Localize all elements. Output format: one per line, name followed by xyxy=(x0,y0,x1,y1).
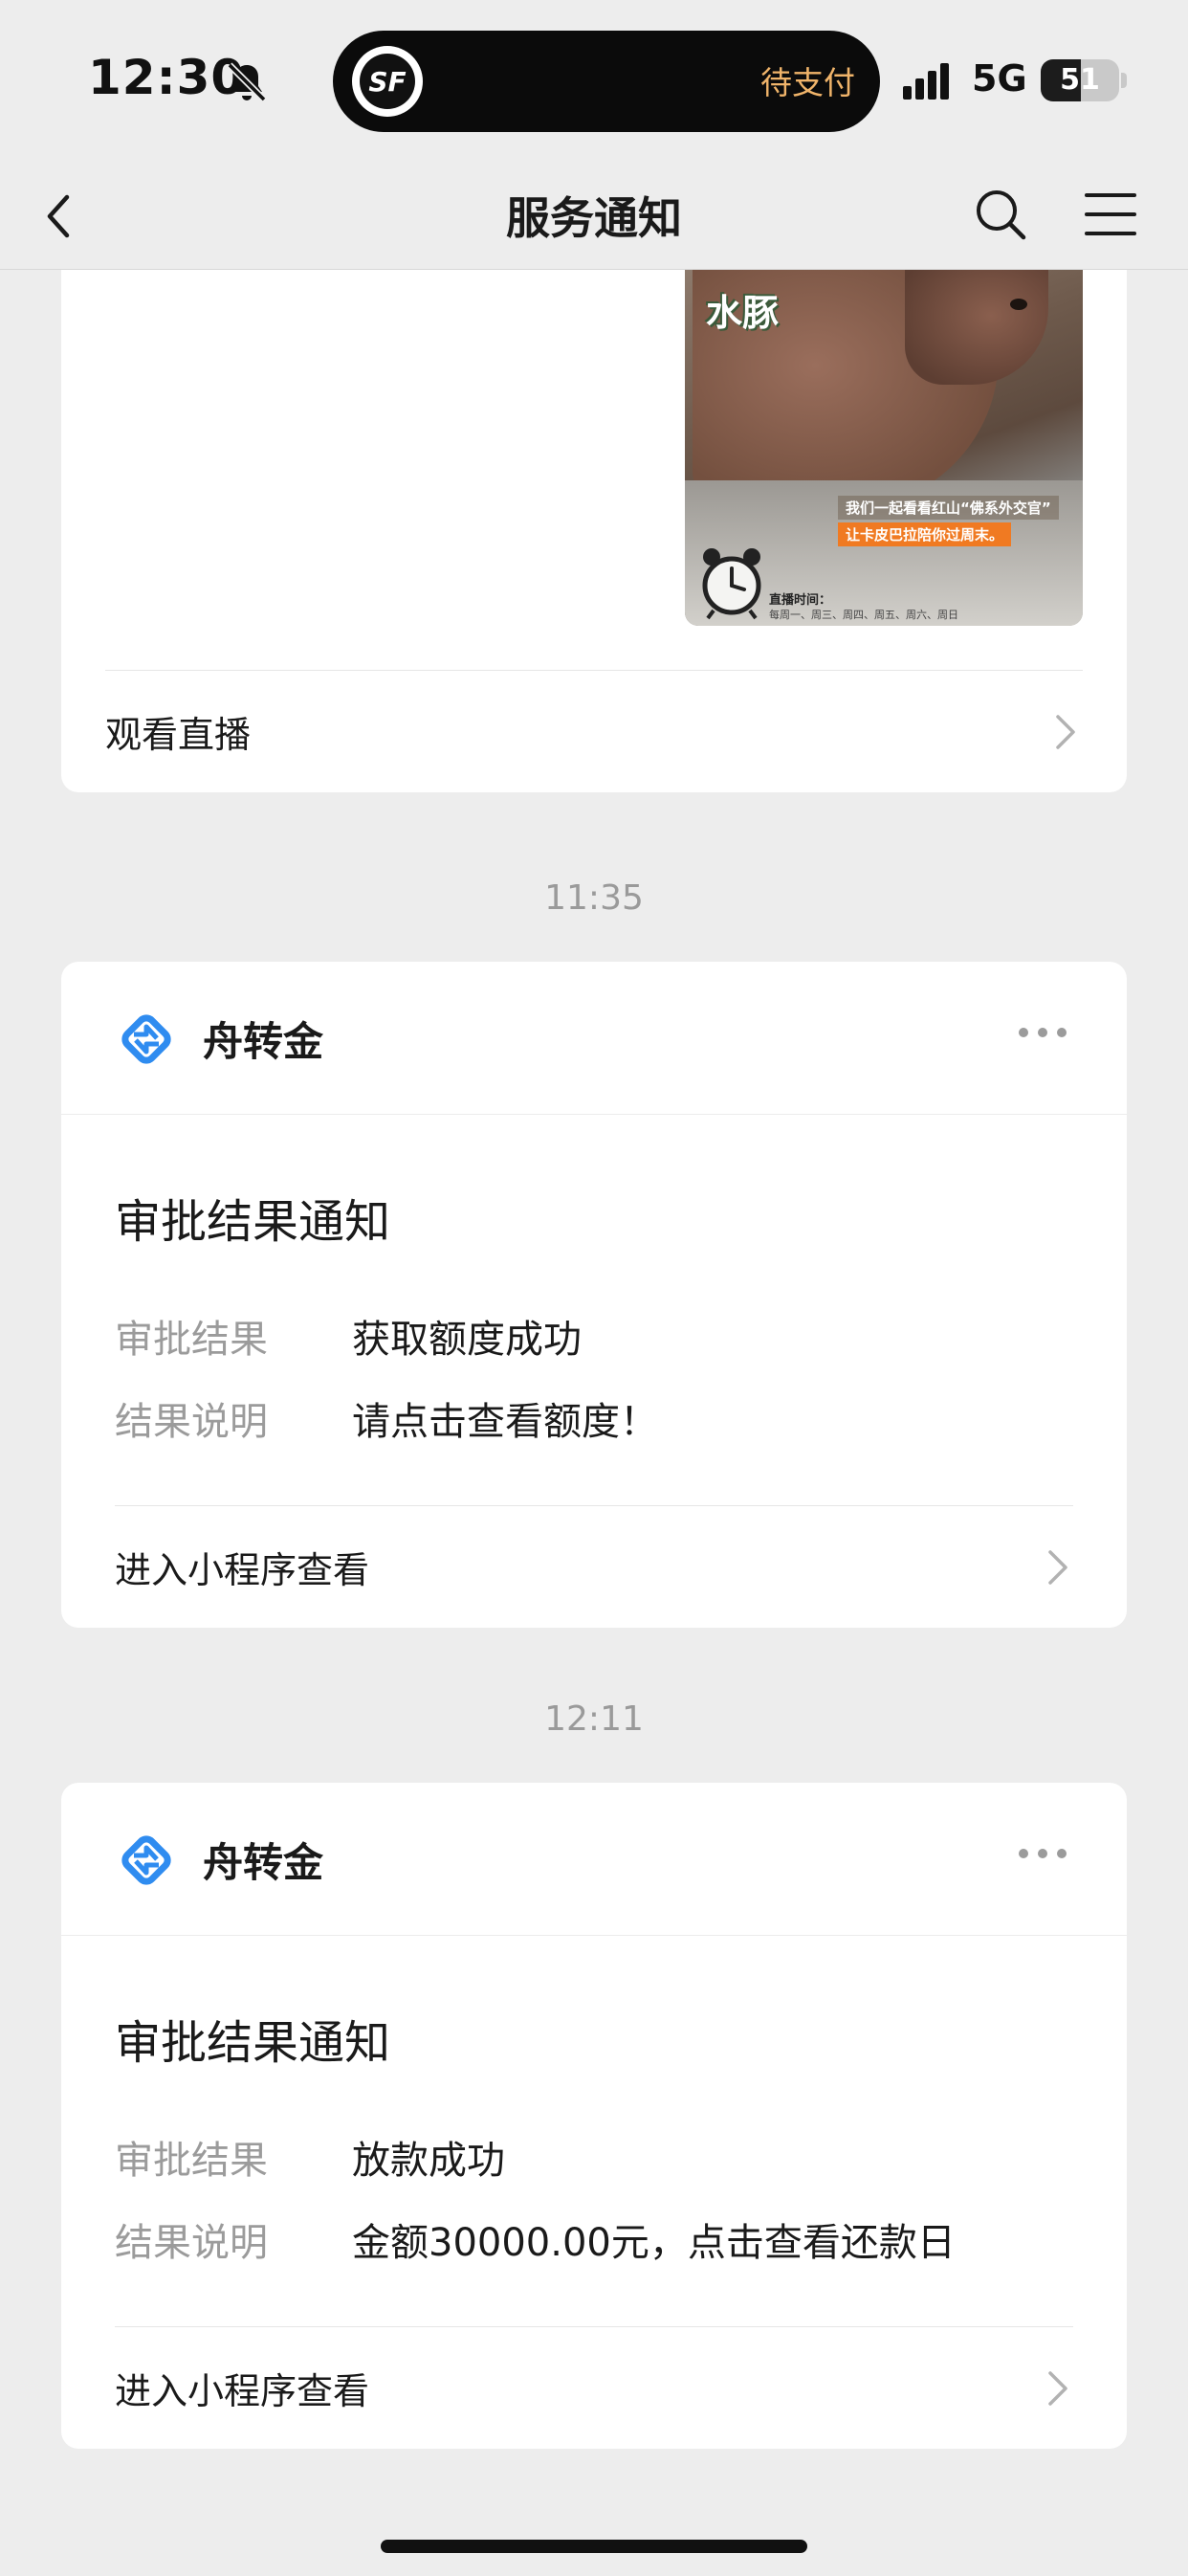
status-bar: 12:30 SF 待支付 5G 51 xyxy=(0,0,1188,163)
image-caption-2: 让卡皮巴拉陪你过周末。 xyxy=(838,522,1012,546)
home-indicator[interactable] xyxy=(381,2540,807,2553)
message-timestamp: 12:11 xyxy=(544,1699,644,1739)
image-title: 水豚 xyxy=(706,292,780,334)
more-options-icon[interactable] xyxy=(1016,1023,1069,1042)
card-header: 舟转金 xyxy=(61,962,1127,1115)
app-name[interactable]: 舟转金 xyxy=(203,1010,323,1068)
open-mini-program-label: 进入小程序查看 xyxy=(115,2370,370,2412)
status-time: 12:30 xyxy=(88,50,246,105)
app-logo-icon[interactable] xyxy=(113,1827,180,1894)
notification-card: 舟转金 审批结果通知 审批结果 放款成功 结果说明 金额30000.00元，点击… xyxy=(61,1783,1127,2449)
watch-live-row[interactable]: 观看直播 xyxy=(61,671,1127,792)
open-mini-program-row[interactable]: 进入小程序查看 xyxy=(61,2327,1127,2449)
network-type: 5G xyxy=(972,57,1027,100)
message-timestamp: 11:35 xyxy=(544,878,644,918)
sf-express-logo-text: SF xyxy=(360,54,415,109)
chevron-right-icon xyxy=(1048,1550,1067,1585)
field-value-description: 金额30000.00元，点击查看还款日 xyxy=(352,2221,956,2265)
battery-indicator: 51 xyxy=(1041,59,1129,101)
menu-icon[interactable] xyxy=(1083,186,1138,243)
capybara-eye xyxy=(1010,299,1027,310)
notification-title: 审批结果通知 xyxy=(115,1195,391,1249)
image-caption-1: 我们一起看看红山“佛系外交官” xyxy=(838,496,1059,520)
signal-icon xyxy=(903,63,949,100)
field-value-result: 获取额度成功 xyxy=(352,1318,582,1362)
open-mini-program-row[interactable]: 进入小程序查看 xyxy=(61,1506,1127,1628)
sf-express-logo: SF xyxy=(352,46,423,117)
notification-card: 舟转金 审批结果通知 审批结果 获取额度成功 结果说明 请点击查看额度！ 进入小… xyxy=(61,962,1127,1628)
capybara-head xyxy=(905,270,1048,385)
notification-title: 审批结果通知 xyxy=(115,2016,391,2070)
chevron-right-icon xyxy=(1056,715,1075,749)
field-label-result: 审批结果 xyxy=(115,1318,268,1362)
open-mini-program-label: 进入小程序查看 xyxy=(115,1549,370,1591)
app-logo-icon[interactable] xyxy=(113,1006,180,1073)
field-label-description: 结果说明 xyxy=(115,2221,268,2265)
search-icon[interactable] xyxy=(974,186,1027,243)
live-stream-cover-image[interactable]: 水豚 我们一起看看红山“佛系外交官” 让卡皮巴拉陪你过周末。 直播时间： 每周一… xyxy=(685,270,1083,626)
nav-bar: 服务通知 xyxy=(0,163,1188,270)
image-schedule-label: 直播时间： xyxy=(769,593,832,608)
app-name[interactable]: 舟转金 xyxy=(203,1831,323,1889)
dynamic-island[interactable]: SF 待支付 xyxy=(333,31,880,132)
alarm-clock-icon xyxy=(702,548,761,620)
card-header: 舟转金 xyxy=(61,1783,1127,1936)
field-value-result: 放款成功 xyxy=(352,2139,505,2183)
chevron-right-icon xyxy=(1048,2371,1067,2406)
watch-live-label: 观看直播 xyxy=(105,714,252,756)
bell-muted-icon xyxy=(227,62,267,102)
field-label-result: 审批结果 xyxy=(115,2139,268,2183)
field-value-description: 请点击查看额度！ xyxy=(352,1400,658,1444)
live-stream-card: 水豚 我们一起看看红山“佛系外交官” 让卡皮巴拉陪你过周末。 直播时间： 每周一… xyxy=(61,270,1127,792)
battery-percentage: 51 xyxy=(1060,63,1100,97)
more-options-icon[interactable] xyxy=(1016,1844,1069,1863)
image-schedule-days: 每周一、周三、周四、周五、周六、周日 xyxy=(769,609,958,621)
island-pending-payment: 待支付 xyxy=(760,64,855,101)
field-label-description: 结果说明 xyxy=(115,1400,268,1444)
